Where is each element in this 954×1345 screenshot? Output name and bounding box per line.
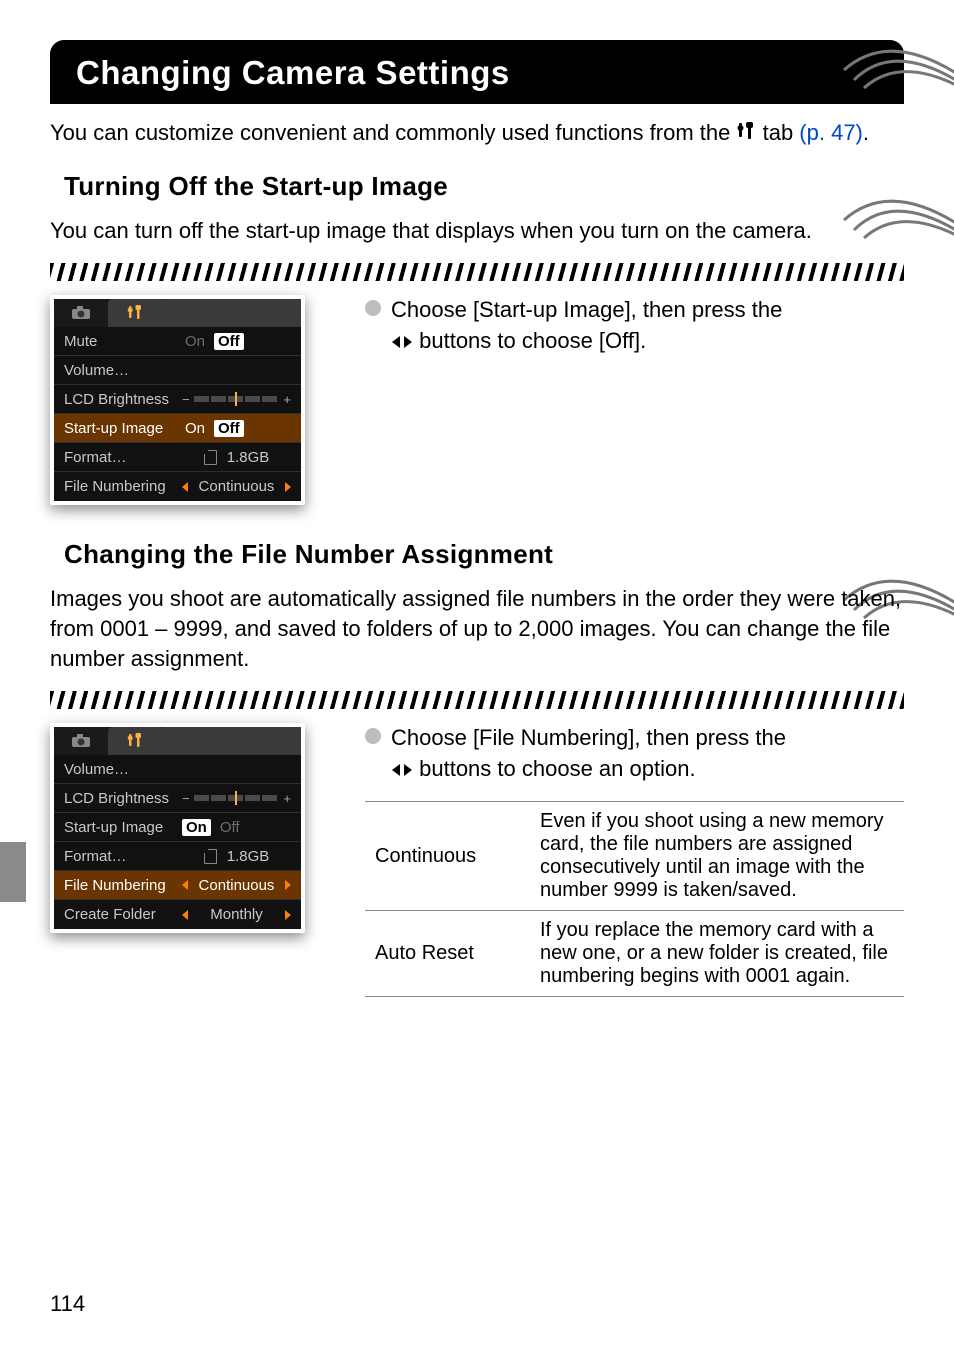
left-right-arrows-icon <box>391 756 413 787</box>
instruction-bullet: Choose [File Numbering], then press the … <box>365 723 904 787</box>
lcd-label: LCD Brightness <box>64 790 182 807</box>
lcd-value: Continuous <box>182 877 291 894</box>
lcd-label: File Numbering <box>64 877 182 894</box>
section-intro: Images you shoot are automatically assig… <box>50 584 904 673</box>
lcd-label: Volume… <box>64 362 182 379</box>
lcd-screenshot-startup: MuteOnOffVolume…LCD Brightness−+Start-up… <box>50 295 305 505</box>
lcd-value: OnOff <box>182 333 291 350</box>
lcd-row: MuteOnOff <box>54 327 301 356</box>
table-row: Continuous Even if you shoot using a new… <box>365 802 904 911</box>
tools-tab-icon <box>108 299 162 327</box>
lcd-value: OnOff <box>182 420 291 437</box>
left-right-arrows-icon <box>391 328 413 359</box>
section-intro: You can turn off the start-up image that… <box>50 216 904 246</box>
camera-tab-icon <box>54 299 108 327</box>
bullet-text: Choose [File Numbering], then press the <box>391 725 786 750</box>
lcd-label: Create Folder <box>64 906 182 923</box>
lcd-row: LCD Brightness−+ <box>54 385 301 414</box>
instruction-bullet: Choose [Start-up Image], then press the … <box>365 295 904 359</box>
option-desc: If you replace the memory card with a ne… <box>530 911 904 997</box>
intro-part: You can customize convenient and commonl… <box>50 120 736 145</box>
lcd-label: Format… <box>64 449 182 466</box>
options-table: Continuous Even if you shoot using a new… <box>365 801 904 997</box>
lcd-row: Volume… <box>54 356 301 385</box>
lcd-label: File Numbering <box>64 478 182 495</box>
lcd-row: Start-up ImageOnOff <box>54 813 301 842</box>
lcd-row: Create FolderMonthly <box>54 900 301 929</box>
lcd-row: Start-up ImageOnOff <box>54 414 301 443</box>
lcd-tabs <box>54 727 301 755</box>
lcd-row: File NumberingContinuous <box>54 871 301 900</box>
lcd-row: Format…1.8GB <box>54 842 301 871</box>
bullet-text: buttons to choose an option. <box>419 756 695 781</box>
bullet-text: buttons to choose [Off]. <box>419 328 646 353</box>
section-title-startup: Turning Off the Start-up Image <box>64 171 904 202</box>
lcd-label: LCD Brightness <box>64 391 182 408</box>
option-desc: Even if you shoot using a new memory car… <box>530 802 904 911</box>
table-row: Auto Reset If you replace the memory car… <box>365 911 904 997</box>
intro-part: tab <box>763 120 800 145</box>
lcd-value: 1.8GB <box>182 449 291 466</box>
lcd-value: −+ <box>182 791 291 806</box>
side-tab-marker <box>0 842 26 902</box>
section-title-filenum: Changing the File Number Assignment <box>64 539 904 570</box>
lcd-label: Format… <box>64 848 182 865</box>
lcd-label: Volume… <box>64 761 182 778</box>
lcd-row: LCD Brightness−+ <box>54 784 301 813</box>
lcd-value: OnOff <box>182 819 291 836</box>
lcd-row: Volume… <box>54 755 301 784</box>
tools-icon <box>736 121 756 151</box>
option-name: Auto Reset <box>365 911 530 997</box>
intro-text: You can customize convenient and commonl… <box>50 118 904 151</box>
lcd-label: Start-up Image <box>64 420 182 437</box>
lcd-screenshot-filenum: Volume…LCD Brightness−+Start-up ImageOnO… <box>50 723 305 933</box>
page-ref-link[interactable]: (p. 47) <box>799 120 863 145</box>
option-name: Continuous <box>365 802 530 911</box>
bullet-text: Choose [Start-up Image], then press the <box>391 297 782 322</box>
lcd-label: Start-up Image <box>64 819 182 836</box>
camera-tab-icon <box>54 727 108 755</box>
lcd-tabs <box>54 299 301 327</box>
intro-part: . <box>863 120 869 145</box>
page-title: Changing Camera Settings <box>50 40 904 104</box>
lcd-row: File NumberingContinuous <box>54 472 301 501</box>
lcd-value: −+ <box>182 392 291 407</box>
lcd-label: Mute <box>64 333 182 350</box>
section-divider <box>50 691 904 709</box>
tools-tab-icon <box>108 727 162 755</box>
section-divider <box>50 263 904 281</box>
lcd-value: Monthly <box>182 906 291 923</box>
lcd-row: Format…1.8GB <box>54 443 301 472</box>
lcd-value: 1.8GB <box>182 848 291 865</box>
page-number: 114 <box>50 1291 85 1317</box>
lcd-value: Continuous <box>182 478 291 495</box>
